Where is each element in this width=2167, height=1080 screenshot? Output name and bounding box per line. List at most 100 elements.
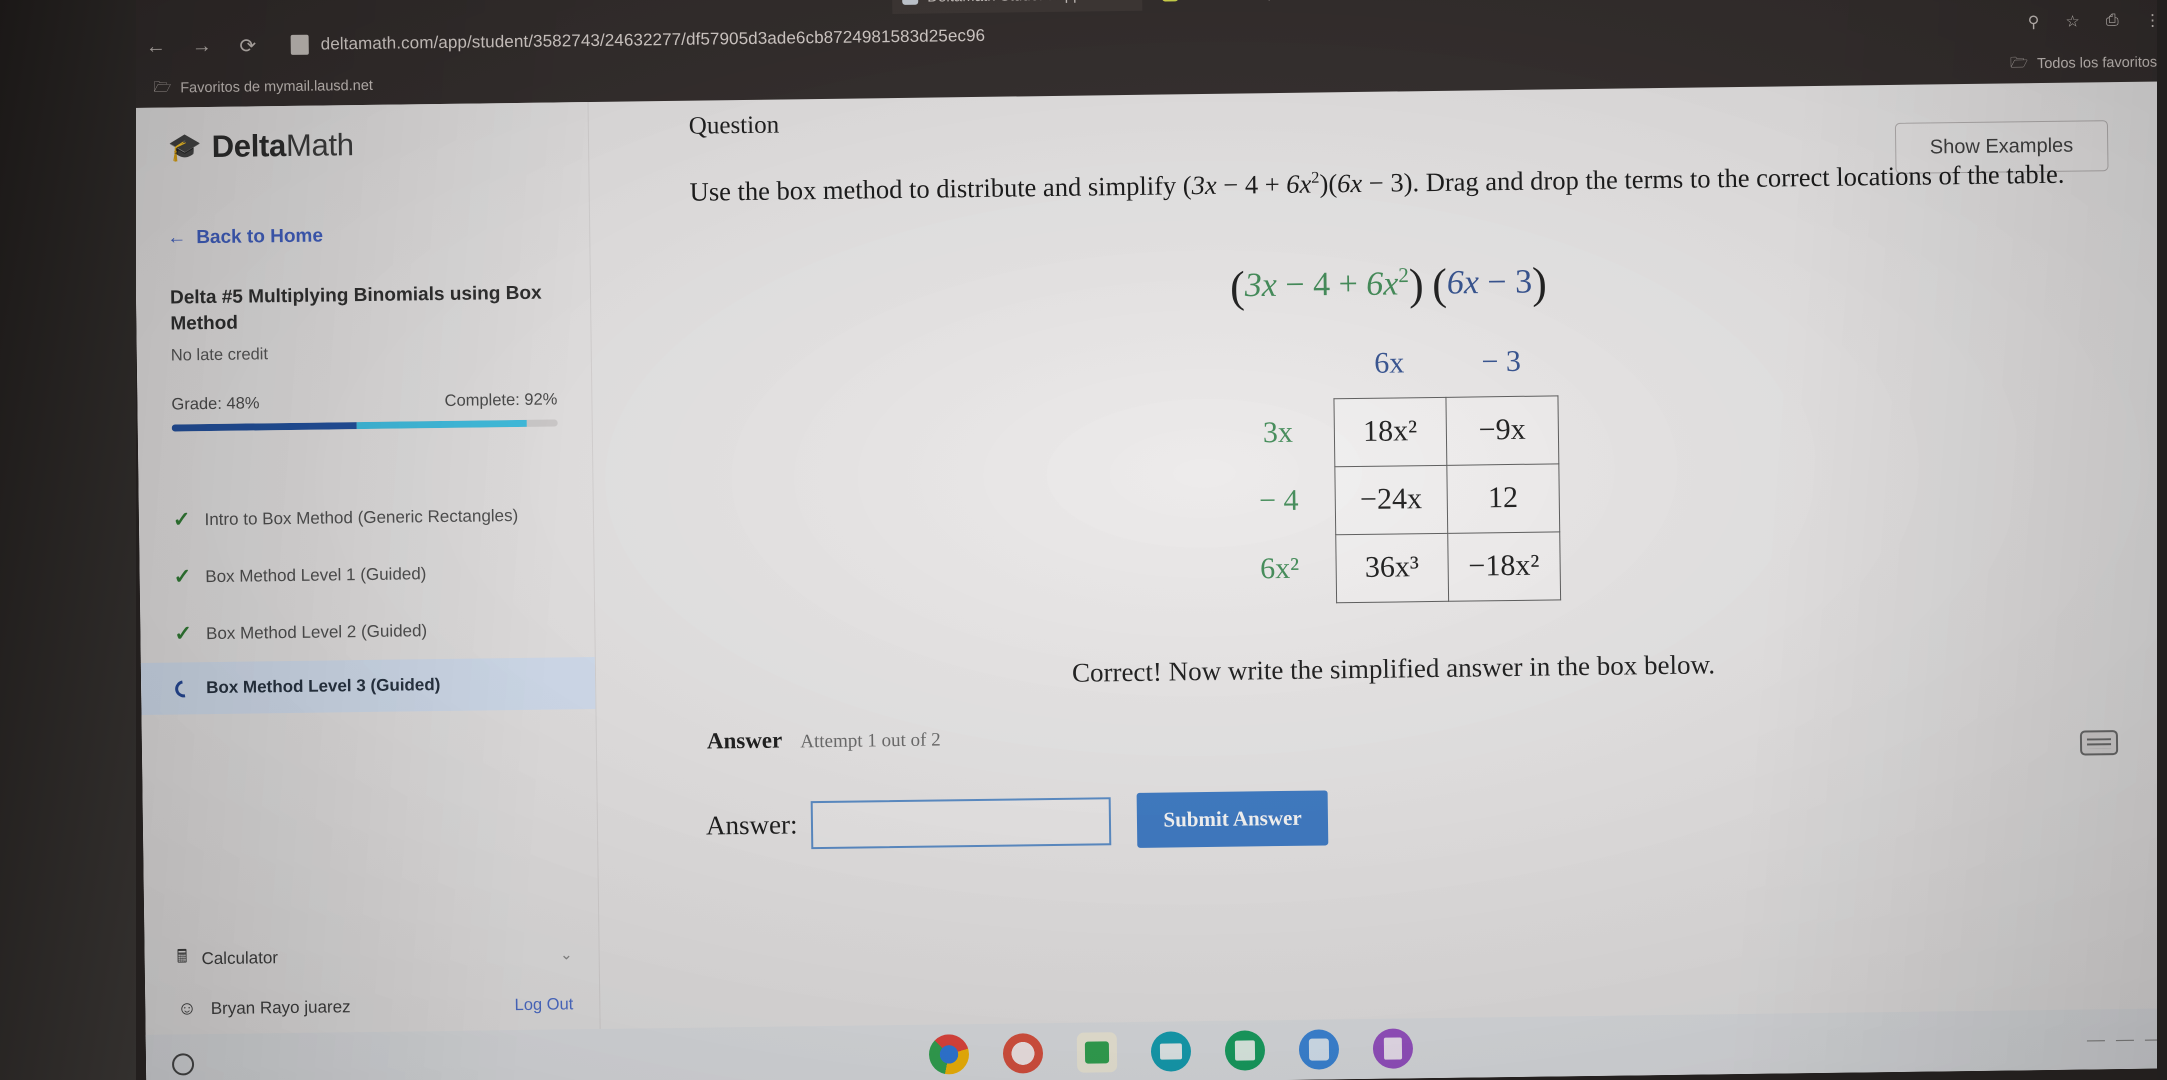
box-method-table: 6x − 3 3x 18x² −9x − 4 −24x 12 6x² 36x³ … [1221, 327, 1561, 604]
launcher-circle-icon[interactable] [171, 1053, 195, 1076]
chrome-icon[interactable] [928, 1034, 970, 1075]
star-icon[interactable]: ☆ [2065, 12, 2080, 32]
grade-row: Grade: 48% Complete: 92% [171, 391, 557, 415]
sheets-icon[interactable] [1224, 1030, 1266, 1071]
prompt-inline-expression: (3x − 4 + 6x2)(6x − 3) [1182, 167, 1413, 201]
forward-button[interactable]: → [178, 26, 225, 67]
brand-title: DeltaMath [211, 127, 354, 164]
check-icon: ✓ [173, 565, 192, 589]
box-method-table-wrapper: 6x − 3 3x 18x² −9x − 4 −24x 12 6x² 36x³ … [592, 319, 2167, 612]
table-cell-1-0[interactable]: −24x [1334, 464, 1448, 535]
question-prompt: Use the box method to distribute and sim… [689, 155, 2074, 212]
deltamath-page: 🎓 DeltaMath ← Back to Home Delta #5 Mult… [133, 81, 2167, 1080]
chevron-down-icon[interactable]: ⌄ [560, 945, 573, 963]
device-bezel-right [2157, 0, 2167, 1080]
table-cell-2-0[interactable]: 36x³ [1335, 532, 1449, 603]
correct-message: Correct! Now write the simplified answer… [1071, 649, 1716, 688]
row-header-0: 3x [1262, 415, 1294, 450]
problem-expression: (3x − 4 + 6x2) (6x − 3) [1229, 258, 1548, 312]
tab-favicon-deltamath [902, 0, 919, 5]
prompt-text-post: . Drag and drop the terms to the correct… [1412, 158, 2065, 198]
calculator-button[interactable]: 🖩 Calculator ⌄ [144, 927, 599, 987]
shelf-status-area[interactable]: — — — [2087, 1028, 2166, 1050]
screenshot-root: DeltaMath Student Applicati × IXL - Matc… [0, 0, 2167, 1080]
main-content: Question Show Examples Use the box metho… [589, 81, 2167, 1080]
app-logo[interactable]: 🎓 DeltaMath [134, 102, 589, 166]
search-icon[interactable]: ⚲ [2028, 12, 2040, 32]
graduation-cap-icon: 🎓 [167, 132, 202, 163]
drive-icon[interactable] [1298, 1029, 1340, 1070]
assignment-title: Delta #5 Multiplying Binomials using Box… [169, 282, 542, 335]
folder-icon: 🗁 [2009, 54, 2029, 71]
task-list: ✓ Intro to Box Method (Generic Rectangle… [139, 486, 596, 716]
status-dashes: — — — [2086, 1027, 2167, 1050]
classroom-icon[interactable] [1076, 1032, 1118, 1073]
docs-glyph [1383, 1037, 1403, 1060]
table-header-row: 6x − 3 [1221, 327, 1558, 399]
submit-answer-button[interactable]: Submit Answer [1137, 790, 1329, 848]
answer-input[interactable] [811, 796, 1112, 849]
logout-link[interactable]: Log Out [514, 995, 573, 1015]
sidebar-footer: 🖩 Calculator ⌄ ☺ Bryan Rayo juarez Log O… [144, 927, 599, 1033]
tab-title: DeltaMath Student Applicati [927, 0, 1111, 5]
all-bookmarks-button[interactable]: 🗁 Todos los favoritos [2002, 50, 2167, 77]
sidebar: 🎓 DeltaMath ← Back to Home Delta #5 Mult… [133, 102, 602, 1080]
task-label: Box Method Level 3 (Guided) [206, 675, 441, 698]
folder-icon: 🗁 [153, 78, 172, 96]
progress-bar [171, 419, 558, 432]
table-row: − 4 −24x 12 [1223, 463, 1560, 535]
answer-row: Answer: Submit Answer [705, 790, 1329, 853]
table-row: 3x 18x² −9x [1222, 395, 1559, 467]
arrow-left-icon: ← [167, 227, 187, 249]
person-icon: ☺ [177, 998, 197, 1020]
sheets-glyph [1234, 1040, 1256, 1061]
task-item-intro-box-method[interactable]: ✓ Intro to Box Method (Generic Rectangle… [139, 486, 594, 549]
extension-icon[interactable]: ⎙ [2106, 12, 2119, 30]
check-icon: ✓ [174, 622, 193, 646]
grade-label: Grade: 48% [171, 394, 260, 414]
row-header-1: − 4 [1258, 483, 1299, 518]
back-to-home-link[interactable]: ← Back to Home [167, 222, 589, 250]
red-app-icon[interactable] [1002, 1033, 1044, 1074]
assignment-subtitle: No late credit [170, 345, 269, 365]
all-bookmarks-label: Todos los favoritos [2036, 54, 2158, 73]
progress-grade-fill [171, 422, 358, 432]
tab-title: IXL - Match polynomials an [1187, 0, 1368, 2]
reload-button[interactable]: ⟳ [224, 25, 271, 66]
table-cell-2-1[interactable]: −18x² [1447, 531, 1561, 601]
table-cell-1-1[interactable]: 12 [1446, 463, 1560, 533]
prompt-text-pre: Use the box method to distribute and sim… [689, 170, 1183, 207]
page-icon [290, 34, 309, 55]
bookmark-item-favoritos[interactable]: 🗁 Favoritos de mymail.lausd.net [145, 73, 381, 101]
docs-icon[interactable] [1372, 1028, 1414, 1069]
classroom-glyph [1084, 1041, 1110, 1064]
attempt-counter: Attempt 1 out of 2 [800, 729, 941, 753]
table-cell-0-1[interactable]: −9x [1445, 395, 1559, 465]
slides-glyph [1159, 1043, 1183, 1060]
back-button[interactable]: ← [132, 26, 179, 67]
task-label: Intro to Box Method (Generic Rectangles) [204, 505, 519, 529]
table-row: 6x² 36x³ −18x² [1223, 531, 1561, 603]
task-item-box-method-level-2[interactable]: ✓ Box Method Level 2 (Guided) [140, 600, 595, 663]
row-header-2: 6x² [1259, 551, 1300, 586]
check-icon: ✓ [172, 508, 191, 532]
slides-icon[interactable] [1150, 1031, 1192, 1072]
calculator-label: Calculator [201, 948, 279, 969]
keyboard-icon[interactable] [2079, 730, 2119, 756]
task-item-box-method-level-1[interactable]: ✓ Box Method Level 1 (Guided) [139, 543, 594, 606]
back-to-home-label: Back to Home [196, 225, 324, 249]
column-header-0: 6x [1374, 346, 1405, 380]
answer-label: Answer [706, 727, 783, 754]
table-cell-0-0[interactable]: 18x² [1333, 396, 1447, 467]
chromebook-screen: DeltaMath Student Applicati × IXL - Matc… [132, 0, 2167, 1080]
tab-close-icon[interactable]: × [1130, 0, 1139, 2]
answer-header: Answer Attempt 1 out of 2 [707, 725, 941, 754]
progress-complete-fill [356, 420, 527, 430]
answer-prefix-label: Answer: [705, 809, 798, 841]
spinner-icon [171, 676, 196, 701]
task-label: Box Method Level 2 (Guided) [205, 620, 428, 643]
browser-toolbar-icons: ⚲ ☆ ⎙ ⋮ [2028, 10, 2167, 32]
task-item-box-method-level-3[interactable]: Box Method Level 3 (Guided) [140, 657, 596, 716]
